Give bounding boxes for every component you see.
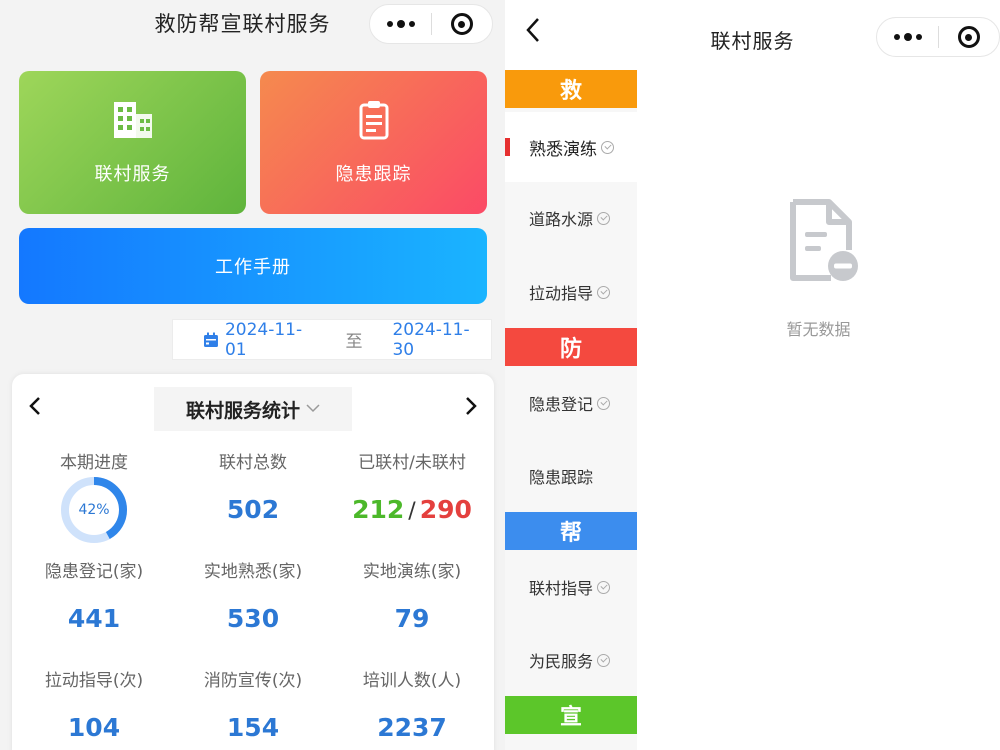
total-villages-stat: 联村总数 502 (173, 448, 333, 524)
work-manual-label: 工作手册 (215, 257, 291, 278)
hazard-tracking-tile[interactable]: 隐患跟踪 (260, 71, 487, 214)
check-circle-icon (597, 580, 611, 594)
progress-ring: 42% (60, 476, 128, 544)
village-service-screen: 联村服务 救 熟悉演练 道路水源 拉动指导 防 隐患登记 隐患跟踪 帮 联村指导… (505, 0, 1000, 750)
start-date[interactable]: 2024-11-01 (225, 320, 324, 360)
dot-icon (386, 21, 393, 27)
site-drill-label: 实地演练(家) (362, 562, 462, 582)
sidebar-item-public-service[interactable]: 为民服务 (505, 625, 637, 695)
sidebar-item-guidance[interactable]: 拉动指导 (505, 257, 637, 327)
linked-unlinked-label: 已联村/未联村 (358, 453, 466, 473)
target-icon (450, 13, 473, 35)
category-help[interactable]: 帮 (505, 512, 637, 550)
work-manual-tile[interactable]: 工作手册 (19, 228, 487, 304)
sidebar-item-label: 联村指导 (529, 579, 594, 598)
unlinked-value: 290 (419, 495, 472, 524)
sidebar-item-label: 拉动指导 (529, 284, 594, 303)
site-familiarize-stat: 实地熟悉(家) 530 (173, 557, 333, 633)
fire-publicity-value: 154 (226, 713, 280, 742)
sidebar-item-label: 隐患跟踪 (529, 468, 594, 487)
stats-type-selector[interactable]: 联村服务统计 (154, 387, 352, 431)
village-service-tile[interactable]: 联村服务 (19, 71, 246, 214)
fire-publicity-stat: 消防宣传(次) 154 (173, 666, 333, 742)
progress-value: 42% (78, 502, 110, 518)
sidebar-item-roads-water[interactable]: 道路水源 (505, 183, 637, 253)
guidance-value: 104 (67, 713, 121, 742)
site-familiarize-value: 530 (226, 604, 280, 633)
guidance-label: 拉动指导(次) (44, 671, 144, 691)
check-circle-icon (597, 653, 611, 667)
sidebar-item-hazard-register[interactable]: 隐患登记 (505, 368, 637, 438)
date-separator: 至 (345, 332, 363, 352)
chevron-down-icon (306, 401, 320, 417)
check-circle-icon (597, 285, 611, 299)
calendar-icon (203, 332, 218, 347)
next-arrow-icon[interactable] (464, 394, 478, 424)
category-sidebar: 救 熟悉演练 道路水源 拉动指导 防 隐患登记 隐患跟踪 帮 联村指导 为民服务… (505, 70, 637, 750)
building-icon (113, 101, 152, 138)
empty-state-text: 暂无数据 (786, 320, 851, 339)
close-program-button[interactable] (432, 5, 492, 43)
dot-icon (408, 21, 415, 27)
sidebar-item-label: 隐患登记 (529, 395, 594, 414)
village-service-label: 联村服务 (94, 163, 171, 185)
content-panel: 暂无数据 (637, 70, 1000, 750)
hazard-register-stat: 隐患登记(家) 441 (14, 557, 174, 633)
guidance-stat: 拉动指导(次) 104 (14, 666, 174, 742)
linked-value: 212 (352, 495, 405, 524)
target-icon (957, 26, 980, 48)
sidebar-item-drill[interactable]: 熟悉演练 (505, 112, 637, 182)
trainees-label: 培训人数(人) (362, 671, 462, 691)
close-program-button[interactable] (939, 18, 999, 56)
trainees-value: 2237 (377, 713, 447, 742)
dot-icon (915, 34, 922, 40)
home-screen: 救防帮宣联村服务 联村服务 隐患跟踪 工作手册 2024-11-01 至 202… (0, 0, 505, 750)
date-range-picker[interactable]: 2024-11-01 至 2024-11-30 (172, 319, 492, 360)
clipboard-icon (359, 100, 388, 139)
sidebar-item-hazard-tracking[interactable]: 隐患跟踪 (505, 441, 637, 511)
check-circle-icon (601, 140, 614, 154)
fire-publicity-label: 消防宣传(次) (203, 671, 303, 691)
prev-arrow-icon[interactable] (28, 394, 42, 424)
sidebar-item-village-guidance[interactable]: 联村指导 (505, 552, 637, 622)
linked-unlinked-stat: 已联村/未联村 212/290 (332, 448, 492, 524)
check-circle-icon (597, 211, 611, 225)
hazard-register-value: 441 (67, 604, 121, 633)
mini-program-capsule (876, 17, 1000, 57)
category-publicize[interactable]: 宣 (505, 696, 637, 734)
dot-icon (396, 20, 405, 28)
stats-type-label: 联村服务统计 (185, 399, 300, 422)
site-drill-value: 79 (394, 604, 430, 633)
dot-icon (893, 34, 900, 40)
progress-label: 本期进度 (60, 453, 128, 473)
category-rescue[interactable]: 救 (505, 70, 637, 108)
document-minus-icon (790, 199, 858, 281)
sidebar-item-label: 熟悉演练 (529, 139, 597, 160)
more-button[interactable] (877, 18, 938, 56)
site-drill-stat: 实地演练(家) 79 (332, 557, 492, 633)
hazard-tracking-label: 隐患跟踪 (335, 163, 412, 185)
category-prevent[interactable]: 防 (505, 328, 637, 366)
mini-program-capsule (369, 4, 493, 44)
more-button[interactable] (370, 5, 431, 43)
check-circle-icon (597, 396, 611, 410)
total-villages-value: 502 (226, 495, 280, 524)
hazard-register-label: 隐患登记(家) (44, 562, 144, 582)
sidebar-item-label: 为民服务 (529, 652, 594, 671)
linked-separator: / (408, 499, 416, 524)
site-familiarize-label: 实地熟悉(家) (203, 562, 303, 582)
stats-card: 联村服务统计 本期进度 42% 联村总数 502 已联村/未联村 212 / 2… (12, 374, 494, 750)
dot-icon (903, 33, 912, 41)
end-date[interactable]: 2024-11-30 (392, 320, 491, 360)
total-villages-label: 联村总数 (219, 453, 287, 473)
progress-stat: 本期进度 (14, 448, 174, 473)
trainees-stat: 培训人数(人) 2237 (332, 666, 492, 742)
sidebar-item-label: 道路水源 (529, 210, 594, 229)
